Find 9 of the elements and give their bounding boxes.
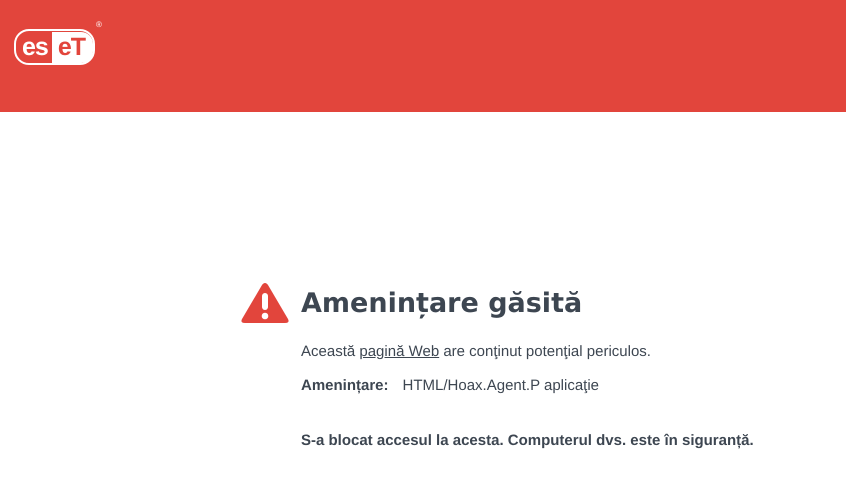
registered-mark: ®: [96, 21, 102, 29]
threat-label: Amenințare:: [301, 377, 389, 394]
logo: es eT: [14, 29, 95, 65]
warning-icon: [241, 282, 289, 324]
description-text: Această pagină Web are conţinut potenţial periculos.: [301, 343, 652, 360]
threat-name: HTML/Hoax.Agent.P aplicaţie: [402, 377, 600, 394]
blocked-message: S-a blocat accesul la acesta. Computerul dvs. este în siguranță.: [301, 432, 755, 449]
page-title: Amenințare găsită: [301, 288, 582, 318]
web-page-link[interactable]: pagină Web: [359, 343, 440, 360]
